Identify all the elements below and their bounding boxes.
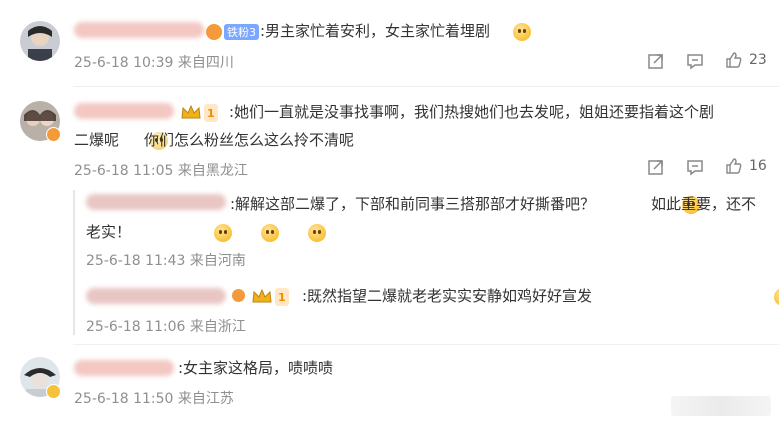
comment-text: :女主家这格局，啧啧啧: [178, 359, 334, 377]
comment-icon: [687, 54, 703, 70]
reply-text: :既然指望二爆就老老实实安静如鸡好好宣发: [302, 287, 593, 305]
verified-icon: [46, 384, 61, 399]
emoji-cheer-icon: [214, 224, 233, 242]
share-icon: [648, 160, 663, 175]
reply-button[interactable]: [686, 158, 704, 176]
crown-icon: [181, 104, 201, 119]
reply-text-line1a: :解解这部二爆了，下部和前同事三搭那部才好撕番吧？: [230, 195, 596, 213]
comment-text-line1: :她们一直就是没事找事啊，我们热搜她们也去发呢，姐姐还要指着这个剧: [229, 103, 715, 121]
thumbs-up-icon: [726, 158, 742, 174]
fan-badge-label: 铁粉3: [224, 24, 259, 40]
fan-icon: [206, 24, 222, 40]
level-badge: 1: [204, 104, 218, 122]
reply-meta: 25-6-18 11:06 来自浙江: [86, 319, 246, 335]
reply-meta: 25-6-18 11:43 来自河南: [86, 253, 246, 269]
emoji-smile-icon: [773, 288, 779, 306]
comment-text-line2b: 你们怎么粉丝怎么这么拎不清呢: [144, 131, 355, 149]
comment-icon: [687, 160, 703, 176]
username-blurred[interactable]: [74, 103, 174, 119]
comment-meta: 25-6-18 10:39 来自四川: [74, 55, 234, 71]
comment-text: :男主家忙着安利，女主家忙着埋剧: [260, 22, 491, 40]
like-button[interactable]: 16: [725, 157, 767, 175]
emoji-tongue-icon: [513, 23, 531, 41]
username-blurred[interactable]: [86, 288, 226, 304]
like-count: 16: [749, 158, 767, 174]
emoji-cheer-icon: [261, 224, 280, 242]
level-badge: 1: [275, 288, 289, 306]
comment-meta: 25-6-18 11:50 来自江苏: [74, 391, 234, 407]
emoji-cheer-icon: [308, 224, 327, 242]
divider: [73, 86, 779, 87]
comment-text-line2a: 二爆呢: [74, 131, 120, 149]
like-count: 23: [749, 52, 767, 68]
crown-icon: [252, 288, 272, 303]
verified-icon: [232, 289, 245, 302]
reply-text-line2: 老实！: [86, 223, 132, 241]
username-blurred[interactable]: [86, 194, 226, 210]
verified-icon: [46, 127, 61, 142]
share-icon: [648, 54, 663, 69]
reply-thread-bar: [73, 190, 75, 335]
like-button[interactable]: 23: [725, 51, 767, 69]
username-blurred[interactable]: [74, 22, 204, 38]
share-button[interactable]: [647, 158, 665, 176]
avatar[interactable]: [20, 21, 60, 61]
watermark: [671, 396, 771, 416]
divider: [73, 344, 779, 345]
reply-text-line1b: 如此重要，还不: [651, 195, 757, 213]
reply-button[interactable]: [686, 52, 704, 70]
comment-meta: 25-6-18 11:05 来自黑龙江: [74, 163, 248, 179]
username-blurred[interactable]: [74, 360, 174, 376]
share-button[interactable]: [647, 52, 665, 70]
thumbs-up-icon: [726, 52, 742, 68]
fan-badge: 铁粉3: [206, 23, 259, 41]
